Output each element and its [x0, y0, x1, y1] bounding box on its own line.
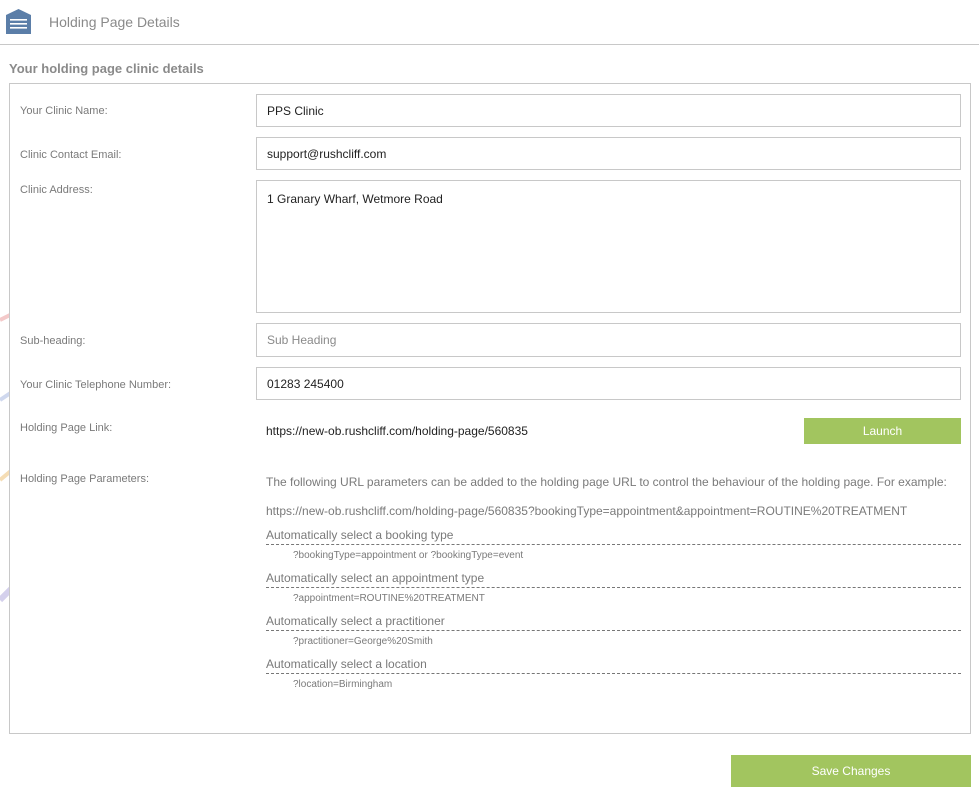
holding-page-link-url: https://new-ob.rushcliff.com/holding-pag…: [266, 424, 528, 438]
clinic-details-panel: Your Clinic Name: Clinic Contact Email: …: [9, 83, 971, 734]
hamburger-menu-icon[interactable]: [6, 9, 31, 34]
parameters-example-url: https://new-ob.rushcliff.com/holding-pag…: [266, 504, 908, 518]
top-bar: Holding Page Details: [0, 0, 979, 45]
clinic-name-input[interactable]: [256, 94, 961, 127]
parameter-item: Automatically select an appointment type…: [266, 571, 962, 606]
holding-page-link-label: Holding Page Link:: [20, 422, 113, 434]
parameter-item: Automatically select a location ?locatio…: [266, 657, 962, 692]
launch-button[interactable]: Launch: [804, 418, 961, 444]
parameters-intro: The following URL parameters can be adde…: [266, 475, 947, 489]
save-changes-button[interactable]: Save Changes: [731, 755, 971, 787]
clinic-address-label: Clinic Address:: [20, 184, 93, 196]
parameter-code: ?location=Birmingham: [293, 679, 393, 690]
parameter-title: Automatically select a location: [266, 657, 961, 674]
parameter-item: Automatically select a practitioner ?pra…: [266, 614, 962, 649]
page-title: Holding Page Details: [49, 14, 180, 30]
contact-email-label: Clinic Contact Email:: [20, 149, 122, 161]
clinic-name-label: Your Clinic Name:: [20, 105, 108, 117]
telephone-label: Your Clinic Telephone Number:: [20, 379, 172, 391]
parameters-label: Holding Page Parameters:: [20, 473, 150, 485]
parameter-title: Automatically select an appointment type: [266, 571, 961, 588]
subheading-input[interactable]: [256, 323, 961, 357]
section-heading: Your holding page clinic details: [9, 61, 204, 76]
parameter-code: ?practitioner=George%20Smith: [293, 636, 433, 647]
clinic-address-textarea[interactable]: 1 Granary Wharf, Wetmore Road: [256, 180, 961, 313]
parameter-code: ?appointment=ROUTINE%20TREATMENT: [293, 593, 485, 604]
contact-email-input[interactable]: [256, 137, 961, 170]
telephone-input[interactable]: [256, 367, 961, 400]
parameter-title: Automatically select a practitioner: [266, 614, 961, 631]
parameters-help: The following URL parameters can be adde…: [266, 474, 962, 692]
parameter-item: Automatically select a booking type ?boo…: [266, 528, 962, 563]
parameter-code: ?bookingType=appointment or ?bookingType…: [293, 550, 524, 561]
parameter-title: Automatically select a booking type: [266, 528, 961, 545]
subheading-label: Sub-heading:: [20, 335, 86, 347]
